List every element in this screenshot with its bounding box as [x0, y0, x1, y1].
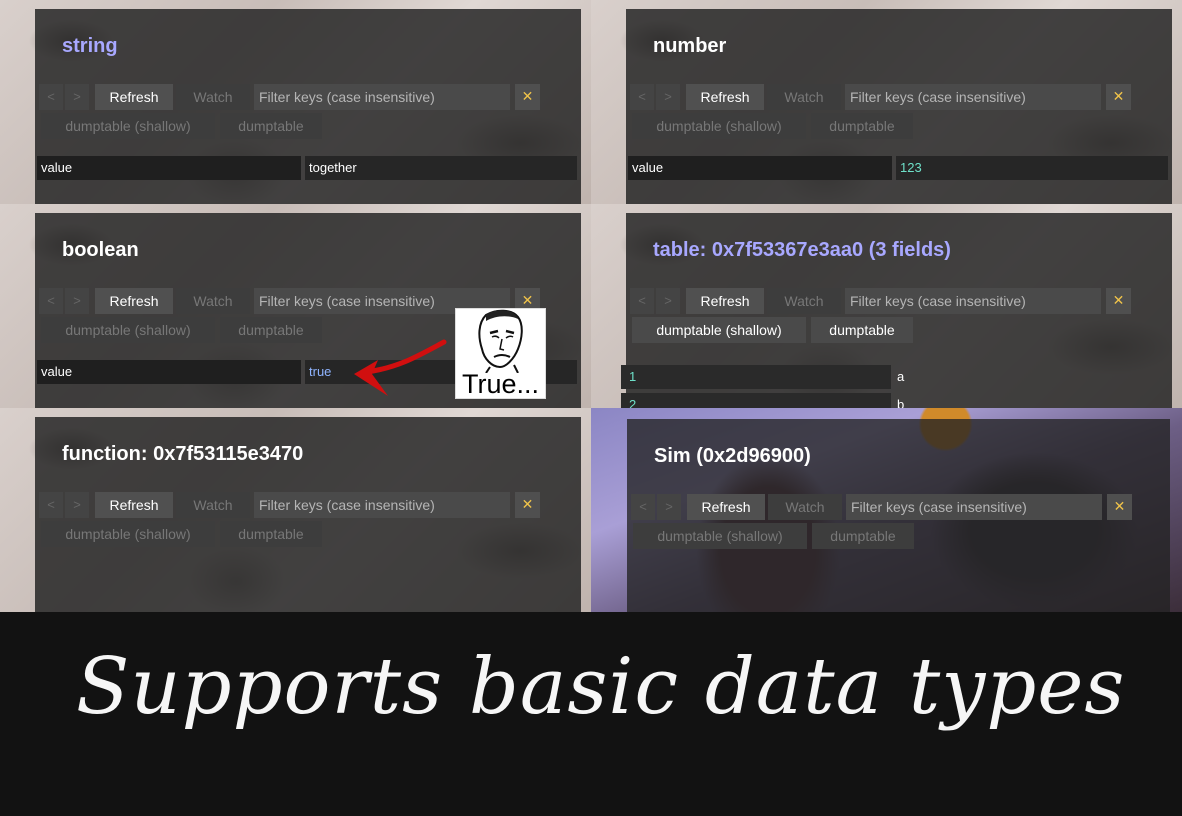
dumptable-button[interactable]: dumptable — [220, 521, 322, 547]
forward-button[interactable]: > — [65, 288, 89, 314]
dumptable-shallow-button[interactable]: dumptable (shallow) — [41, 317, 215, 343]
dumptable-shallow-button[interactable]: dumptable (shallow) — [633, 523, 807, 549]
forward-button[interactable]: > — [656, 84, 680, 110]
panel-cell-string: string < > Refresh Watch Filter keys (ca… — [0, 0, 591, 204]
refresh-button[interactable]: Refresh — [687, 494, 765, 520]
caption-banner: Supports basic data types — [0, 612, 1182, 816]
clear-filter-icon[interactable]: ✕ — [1106, 84, 1131, 110]
refresh-button[interactable]: Refresh — [95, 492, 173, 518]
debug-panel-number: number < > Refresh Watch Filter keys (ca… — [626, 9, 1172, 204]
table-row-key[interactable]: 2 — [621, 393, 891, 408]
dumptable-shallow-button[interactable]: dumptable (shallow) — [632, 113, 806, 139]
watch-button[interactable]: Watch — [767, 288, 841, 314]
watch-button[interactable]: Watch — [767, 84, 841, 110]
clear-filter-icon[interactable]: ✕ — [515, 84, 540, 110]
row-key: value — [37, 360, 301, 384]
panel-cell-function: function: 0x7f53115e3470 < > Refresh Wat… — [0, 408, 591, 612]
watch-button[interactable]: Watch — [176, 288, 250, 314]
refresh-button[interactable]: Refresh — [95, 288, 173, 314]
refresh-button[interactable]: Refresh — [686, 84, 764, 110]
filter-keys-input[interactable]: Filter keys (case insensitive) — [254, 84, 510, 110]
debug-panel-string: string < > Refresh Watch Filter keys (ca… — [35, 9, 581, 204]
forward-button[interactable]: > — [656, 288, 680, 314]
refresh-button[interactable]: Refresh — [95, 84, 173, 110]
dumptable-shallow-button[interactable]: dumptable (shallow) — [41, 521, 215, 547]
row-value[interactable]: together — [305, 156, 577, 180]
back-button[interactable]: < — [39, 492, 63, 518]
panel-cell-number: number < > Refresh Watch Filter keys (ca… — [591, 0, 1182, 204]
filter-keys-input[interactable]: Filter keys (case insensitive) — [845, 288, 1101, 314]
face-icon — [478, 309, 523, 374]
debug-panel-table: table: 0x7f53367e3aa0 (3 fields) < > Ref… — [621, 213, 1172, 408]
table-row-value: b — [897, 397, 905, 408]
caption-text: Supports basic data types — [76, 642, 1126, 732]
dumptable-button[interactable]: dumptable — [811, 317, 913, 343]
forward-button[interactable]: > — [65, 492, 89, 518]
panel-title: number — [653, 35, 727, 57]
back-button[interactable]: < — [39, 84, 63, 110]
meme-caption: True... — [461, 369, 540, 399]
forward-button[interactable]: > — [65, 84, 89, 110]
clear-filter-icon[interactable]: ✕ — [1106, 288, 1131, 314]
filter-keys-input[interactable]: Filter keys (case insensitive) — [254, 492, 510, 518]
row-key: value — [37, 156, 301, 180]
dumptable-button[interactable]: dumptable — [220, 317, 322, 343]
dumptable-shallow-button[interactable]: dumptable (shallow) — [41, 113, 215, 139]
back-button[interactable]: < — [631, 494, 655, 520]
clear-filter-icon[interactable]: ✕ — [515, 492, 540, 518]
dumptable-button[interactable]: dumptable — [812, 523, 914, 549]
panel-title: boolean — [62, 239, 139, 261]
red-arrow-icon — [354, 339, 447, 396]
refresh-button[interactable]: Refresh — [686, 288, 764, 314]
table-row-key[interactable]: 1 — [621, 365, 891, 389]
row-key: value — [628, 156, 892, 180]
back-button[interactable]: < — [39, 288, 63, 314]
panel-title: table: 0x7f53367e3aa0 (3 fields) — [653, 239, 951, 261]
back-button[interactable]: < — [630, 288, 654, 314]
panel-cell-table: table: 0x7f53367e3aa0 (3 fields) < > Ref… — [591, 204, 1182, 408]
panel-title: string — [62, 35, 118, 57]
forward-button[interactable]: > — [657, 494, 681, 520]
dumptable-button[interactable]: dumptable — [220, 113, 322, 139]
clear-filter-icon[interactable]: ✕ — [1107, 494, 1132, 520]
filter-keys-input[interactable]: Filter keys (case insensitive) — [845, 84, 1101, 110]
table-row-value: a — [897, 369, 905, 384]
dumptable-shallow-button[interactable]: dumptable (shallow) — [632, 317, 806, 343]
debug-panel-sim: Sim (0x2d96900) < > Refresh Watch Filter… — [627, 419, 1170, 612]
dumptable-button[interactable]: dumptable — [811, 113, 913, 139]
debug-panel-function: function: 0x7f53115e3470 < > Refresh Wat… — [35, 417, 581, 612]
meme-image: True... — [455, 308, 546, 399]
watch-button[interactable]: Watch — [768, 494, 842, 520]
row-value[interactable]: 123 — [896, 156, 1168, 180]
filter-keys-input[interactable]: Filter keys (case insensitive) — [846, 494, 1102, 520]
panel-cell-sim: Sim (0x2d96900) < > Refresh Watch Filter… — [591, 408, 1182, 612]
watch-button[interactable]: Watch — [176, 84, 250, 110]
panel-title: function: 0x7f53115e3470 — [62, 443, 304, 465]
panel-title: Sim (0x2d96900) — [654, 445, 811, 467]
watch-button[interactable]: Watch — [176, 492, 250, 518]
back-button[interactable]: < — [630, 84, 654, 110]
